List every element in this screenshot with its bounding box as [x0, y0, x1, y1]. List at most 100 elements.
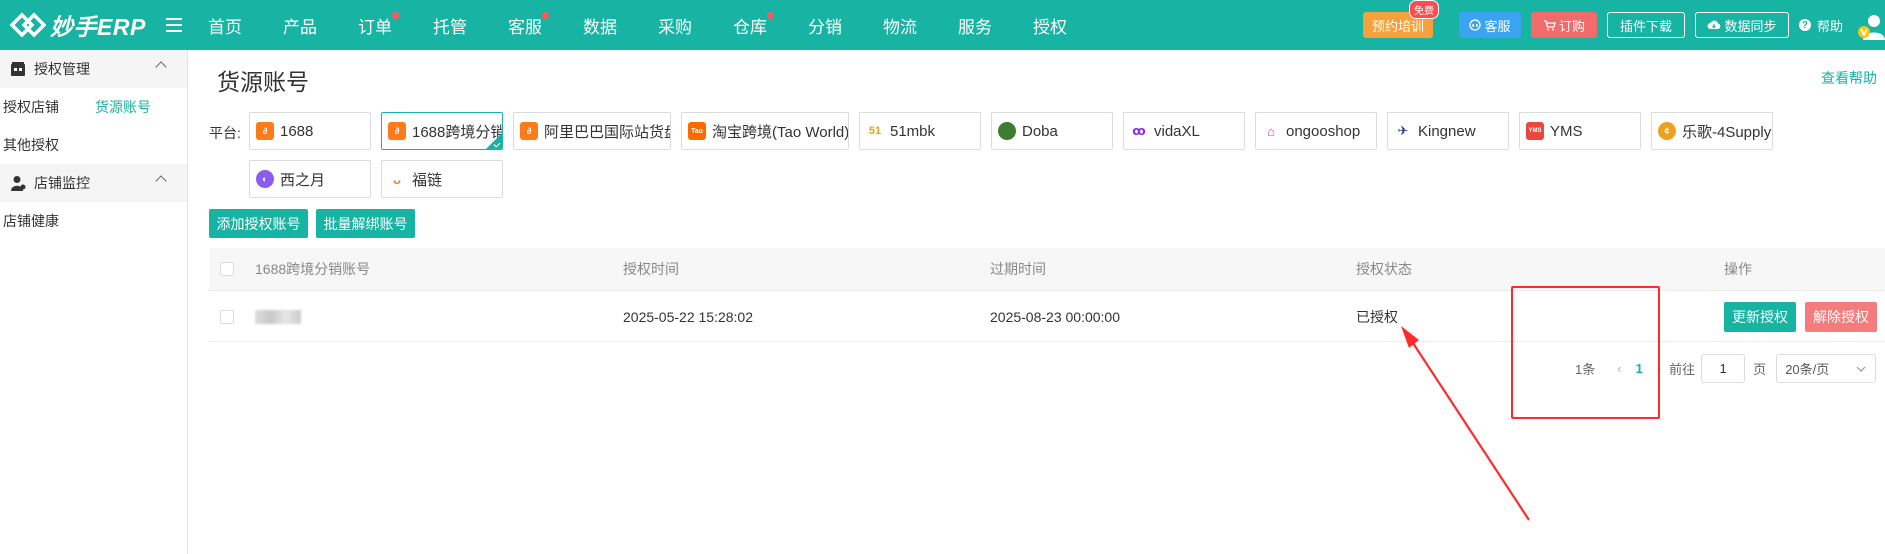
platform-kingnew[interactable]: ✈ Kingnew: [1387, 112, 1509, 150]
doba-icon: [998, 122, 1016, 140]
cart-icon: [1543, 20, 1556, 31]
platform-taoworld[interactable]: Tao 淘宝跨境(Tao World): [681, 112, 849, 150]
plugin-download-button[interactable]: 插件下载: [1606, 12, 1685, 38]
menu-toggle-icon[interactable]: [166, 18, 182, 32]
platform-1688[interactable]: ∂ 1688: [249, 112, 371, 150]
platform-xizhiyue[interactable]: ◐ 西之月: [249, 160, 371, 198]
top-bar: 妙手ERP 首页 产品 订单 托管 客服 数据 采购 仓库 分销 物流 服务 授…: [0, 0, 1885, 50]
expire-time-cell: 2025-08-23 00:00:00: [990, 308, 1120, 325]
selected-corner: [486, 133, 502, 149]
lege-icon: ¢: [1658, 122, 1676, 140]
nav-home[interactable]: 首页: [208, 13, 242, 38]
help-button[interactable]: ? 帮助: [1798, 16, 1843, 35]
51mbk-icon: 51: [866, 122, 884, 140]
nav-customer-service[interactable]: 客服: [508, 11, 549, 38]
sidebar-item-source-account[interactable]: 货源账号: [95, 97, 151, 117]
nav-logistics[interactable]: 物流: [883, 13, 917, 38]
notification-dot: [542, 11, 549, 19]
chevron-up-icon[interactable]: [155, 61, 167, 73]
sidebar-item-other-auth[interactable]: 其他授权: [3, 135, 59, 155]
platform-lege-4supply[interactable]: ¢ 乐歌-4Supply: [1651, 112, 1773, 150]
sidebar-group-auth-management[interactable]: 授权管理: [0, 50, 187, 88]
account-cell: [255, 292, 301, 341]
order-button[interactable]: 订购: [1530, 12, 1597, 38]
platform-fulian[interactable]: ᴗ 福链: [381, 160, 503, 198]
training-button[interactable]: 预约培训 免费: [1362, 0, 1439, 38]
taoworld-icon: Tao: [688, 122, 706, 140]
vidaxl-icon: ꝏ: [1130, 122, 1148, 140]
sidebar-row-auth: 授权店铺 货源账号: [0, 88, 187, 126]
row-checkbox[interactable]: [220, 292, 234, 341]
fulian-icon: ᴗ: [388, 170, 406, 188]
data-sync-button[interactable]: 数据同步: [1694, 12, 1789, 38]
headset-icon: [1469, 19, 1482, 31]
brand-name: 妙手ERP: [50, 14, 146, 40]
brand-logo[interactable]: 妙手ERP: [0, 8, 160, 42]
col-status: 授权状态: [1356, 261, 1412, 277]
notification-dot: [767, 11, 774, 19]
nav-data[interactable]: 数据: [583, 13, 617, 38]
alibaba-icon: ∂: [520, 122, 538, 140]
col-actions: 操作: [1724, 261, 1752, 277]
platform-51mbk[interactable]: 51 51mbk: [859, 112, 981, 150]
nav-products[interactable]: 产品: [283, 13, 317, 38]
page-unit: 页: [1753, 361, 1767, 377]
ongooshop-icon: ⌂: [1262, 122, 1280, 140]
help-icon: ?: [1798, 19, 1811, 31]
auth-time-cell: 2025-05-22 15:28:02: [623, 308, 753, 325]
nav-purchase[interactable]: 采购: [658, 13, 692, 38]
annotation-highlight-box: [1511, 286, 1660, 419]
free-badge: 免费: [1408, 0, 1439, 19]
redacted-account: [255, 309, 301, 324]
svg-text:V: V: [1861, 29, 1868, 39]
sidebar-row-health: 店铺健康: [0, 202, 187, 240]
notification-dot: [392, 11, 399, 19]
sidebar-row-other: 其他授权: [0, 126, 187, 164]
platform-yms[interactable]: YMS YMS: [1519, 112, 1641, 150]
nav-services[interactable]: 服务: [958, 13, 992, 38]
main-nav: 首页 产品 订单 托管 客服 数据 采购 仓库 分销 物流 服务 授权: [208, 0, 1108, 50]
goto-label: 前往: [1669, 361, 1696, 377]
avatar[interactable]: V: [1855, 10, 1885, 40]
nav-orders[interactable]: 订单: [358, 11, 399, 38]
platform-doba[interactable]: Doba: [991, 112, 1113, 150]
cloud-icon: [1707, 20, 1721, 29]
view-help-link[interactable]: 查看帮助: [1821, 68, 1877, 88]
kingnew-icon: ✈: [1394, 122, 1412, 140]
nav-distribution[interactable]: 分销: [808, 13, 842, 38]
platform-alibaba-intl[interactable]: ∂ 阿里巴巴国际站货盘: [513, 112, 671, 150]
revoke-auth-button[interactable]: 解除授权: [1805, 302, 1877, 332]
sidebar-group-store-monitor[interactable]: 店铺监控: [0, 164, 187, 202]
add-auth-account-button[interactable]: 添加授权账号: [209, 209, 308, 238]
sidebar-item-auth-store[interactable]: 授权店铺: [3, 97, 95, 117]
xizhiyue-icon: ◐: [256, 170, 274, 188]
platform-1688-cross-border[interactable]: ∂ 1688跨境分销: [381, 112, 503, 150]
platform-label: 平台:: [209, 125, 241, 141]
goto-page-input[interactable]: 1: [1701, 353, 1746, 383]
page-size-select[interactable]: 20条/页: [1776, 353, 1877, 383]
batch-unbind-button[interactable]: 批量解绑账号: [316, 209, 415, 238]
service-button[interactable]: 客服: [1458, 12, 1521, 38]
platform-vidaxl[interactable]: ꝏ vidaXL: [1123, 112, 1245, 150]
user-monitor-icon: [11, 176, 26, 191]
col-expire-time: 过期时间: [990, 261, 1046, 277]
nav-authorization[interactable]: 授权: [1033, 13, 1067, 38]
status-cell: 已授权: [1356, 308, 1398, 325]
1688-icon: ∂: [256, 122, 274, 140]
nav-warehouse[interactable]: 仓库: [733, 11, 774, 38]
col-account: 1688跨境分销账号: [255, 261, 371, 277]
renew-auth-button[interactable]: 更新授权: [1724, 302, 1796, 332]
chevron-up-icon[interactable]: [155, 175, 167, 187]
sidebar-item-store-health[interactable]: 店铺健康: [3, 211, 59, 231]
yms-icon: YMS: [1526, 122, 1544, 140]
top-right-toolbar: 预约培训 免费 客服 订购 插件下载 数据同步 ? 帮助 V: [1362, 0, 1885, 50]
main-content: 货源账号 查看帮助 平台: ∂ 1688 ∂ 1688跨境分销 ∂ 阿里巴巴国际…: [189, 50, 1885, 554]
logo-icon: [9, 12, 46, 38]
nav-hosting[interactable]: 托管: [433, 13, 467, 38]
store-icon: [11, 62, 25, 76]
platform-ongooshop[interactable]: ⌂ ongooshop: [1255, 112, 1377, 150]
page-title: 货源账号: [217, 69, 309, 95]
select-all-checkbox[interactable]: [220, 248, 234, 290]
1688-icon: ∂: [388, 122, 406, 140]
table-header: 1688跨境分销账号 授权时间 过期时间 授权状态 操作: [209, 248, 1885, 291]
